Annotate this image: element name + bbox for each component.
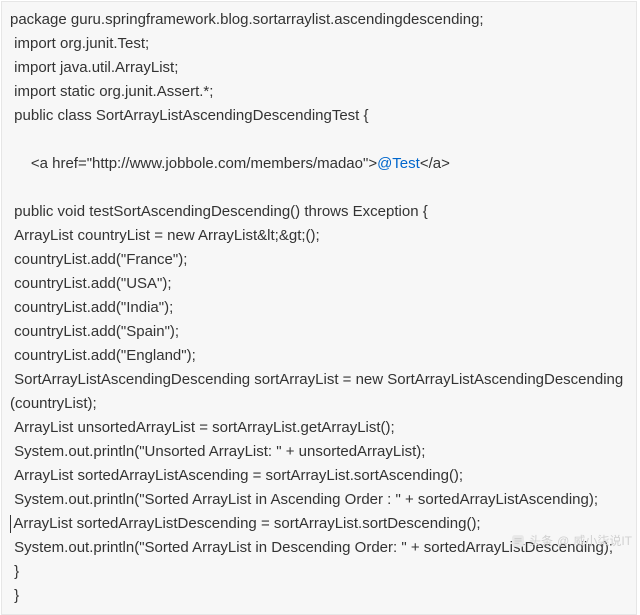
code-line: } — [10, 584, 628, 608]
watermark-author: 威小柒说IT — [573, 532, 632, 551]
code-line: countryList.add("India"); — [10, 296, 628, 320]
test-annotation-link[interactable]: @Test — [377, 155, 420, 172]
toutiao-icon — [511, 534, 525, 548]
code-line: import static org.junit.Assert.*; — [10, 80, 628, 104]
code-line: ArrayList sortedArrayListAscending = sor… — [10, 464, 628, 488]
code-line: <a href="http://www.jobbole.com/members/… — [10, 128, 628, 200]
code-line: System.out.println("Sorted ArrayList in … — [10, 488, 628, 512]
watermark-at: @ — [557, 532, 569, 551]
code-line: import org.junit.Test; — [10, 32, 628, 56]
code-line: } — [10, 560, 628, 584]
watermark-prefix: 头条 — [529, 532, 553, 551]
code-line: public void testSortAscendingDescending(… — [10, 200, 628, 224]
watermark: 头条 @威小柒说IT — [511, 532, 632, 551]
code-line: SortArrayListAscendingDescending sortArr… — [10, 368, 628, 416]
code-line: import java.util.ArrayList; — [10, 56, 628, 80]
code-line: package guru.springframework.blog.sortar… — [10, 8, 628, 32]
code-line: countryList.add("Spain"); — [10, 320, 628, 344]
code-block: package guru.springframework.blog.sortar… — [1, 1, 637, 615]
code-line: countryList.add("England"); — [10, 344, 628, 368]
code-line: countryList.add("USA"); — [10, 272, 628, 296]
code-text: <a href="http://www.jobbole.com/members/… — [27, 155, 377, 172]
code-line: public class SortArrayListAscendingDesce… — [10, 104, 628, 128]
code-line: ArrayList countryList = new ArrayList&lt… — [10, 224, 628, 248]
code-line: countryList.add("France"); — [10, 248, 628, 272]
code-text: </a> — [420, 155, 450, 172]
code-line: System.out.println("Unsorted ArrayList: … — [10, 440, 628, 464]
code-line: ArrayList unsortedArrayList = sortArrayL… — [10, 416, 628, 440]
